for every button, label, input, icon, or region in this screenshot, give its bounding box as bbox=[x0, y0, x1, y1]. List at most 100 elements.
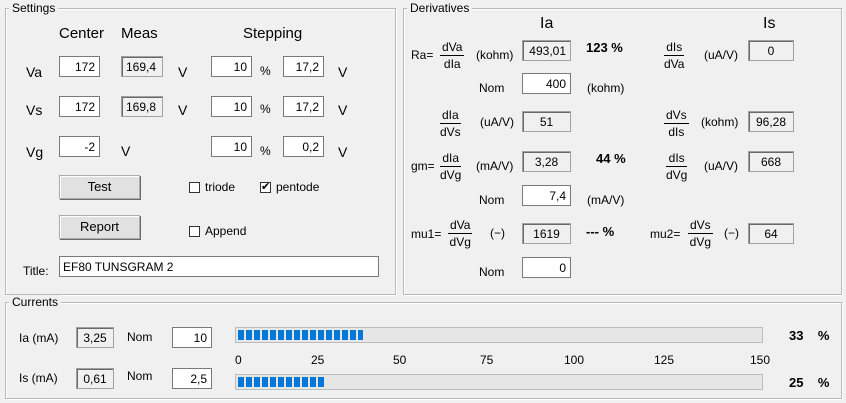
mu1-nom-label: Nom bbox=[479, 265, 505, 279]
derivatives-legend: Derivatives bbox=[407, 1, 473, 15]
col-is-header: Is bbox=[763, 15, 776, 32]
col-ia-header: Ia bbox=[540, 15, 554, 32]
dis-dva-fraction: dIs dVa bbox=[664, 40, 685, 71]
vg-step-volt-unit: V bbox=[338, 144, 348, 160]
triode-checkbox[interactable] bbox=[189, 182, 200, 193]
vg-step-percent-input[interactable]: 10 bbox=[211, 136, 252, 157]
gm-nom-label: Nom bbox=[479, 193, 505, 207]
ia-percent: 33 % bbox=[789, 328, 830, 343]
col-center-header: Center bbox=[59, 25, 105, 42]
ra-fraction-num: dVa bbox=[440, 40, 465, 56]
dis-dvg-fraction: dIs dVg bbox=[666, 151, 688, 182]
va-label: Va bbox=[26, 64, 43, 80]
mu1-value: 1619 bbox=[522, 223, 571, 244]
scale-tick-125: 125 bbox=[654, 353, 675, 367]
dis-dva-value: 0 bbox=[748, 40, 794, 61]
dia-dvs-fraction: dIa dVs bbox=[440, 108, 461, 139]
scale-tick-75: 75 bbox=[480, 353, 494, 367]
dvs-dis-unit: (kohm) bbox=[701, 115, 739, 129]
gm-nom-unit: (mA/V) bbox=[587, 193, 625, 207]
vs-step-percent-unit: % bbox=[260, 102, 271, 116]
dis-dvg-value: 668 bbox=[748, 151, 794, 172]
is-current-value: 0,61 bbox=[76, 368, 114, 389]
vs-step-volt-input[interactable]: 17,2 bbox=[283, 96, 324, 117]
mu1-nom-input[interactable]: 0 bbox=[522, 257, 571, 278]
vg-step-percent-unit: % bbox=[260, 144, 271, 158]
vg-step-volt-input[interactable]: 0,2 bbox=[283, 136, 324, 157]
is-nom-label: Nom bbox=[127, 369, 153, 383]
scale-tick-150: 150 bbox=[750, 353, 771, 367]
report-button[interactable]: Report bbox=[59, 215, 140, 239]
dvs-dis-fraction: dVs dIs bbox=[664, 108, 689, 139]
mu1-unit: (−) bbox=[490, 226, 505, 240]
mu1-fraction-num: dVa bbox=[448, 218, 473, 234]
dvs-dis-fraction-den: dIs bbox=[668, 125, 685, 139]
gm-value: 3,28 bbox=[522, 151, 571, 172]
ra-fraction-den: dIa bbox=[443, 57, 461, 71]
dia-dvs-unit: (uA/V) bbox=[480, 115, 515, 129]
scale-tick-100: 100 bbox=[564, 353, 585, 367]
ra-nom-unit: (kohm) bbox=[587, 81, 625, 95]
test-button[interactable]: Test bbox=[59, 175, 140, 199]
dia-dvs-value: 51 bbox=[522, 111, 571, 132]
gm-fraction-num: dIa bbox=[440, 151, 462, 167]
ia-progress-bar bbox=[235, 327, 763, 343]
append-checkbox[interactable] bbox=[189, 226, 200, 237]
settings-legend: Settings bbox=[9, 1, 59, 15]
pentode-checkbox[interactable]: ✔ bbox=[260, 182, 271, 193]
mu1-label: mu1= bbox=[411, 227, 442, 241]
gm-unit: (mA/V) bbox=[476, 159, 514, 173]
vs-step-percent-input[interactable]: 10 bbox=[211, 96, 252, 117]
ra-nom-label: Nom bbox=[479, 81, 505, 95]
gm-nom-input[interactable]: 7,4 bbox=[522, 185, 571, 206]
gm-percent: 44 % bbox=[596, 151, 626, 166]
gm-fraction: dIa dVg bbox=[440, 151, 462, 182]
va-step-percent-unit: % bbox=[260, 64, 271, 78]
ra-label: Ra= bbox=[411, 48, 434, 62]
vg-unit: V bbox=[121, 143, 131, 159]
va-step-percent-input[interactable]: 10 bbox=[211, 56, 252, 77]
vs-unit: V bbox=[178, 102, 188, 118]
ra-unit: (kohm) bbox=[476, 48, 514, 62]
scale-tick-50: 50 bbox=[393, 353, 407, 367]
dis-dva-unit: (uA/V) bbox=[704, 48, 739, 62]
ra-fraction: dVa dIa bbox=[440, 40, 465, 71]
mu2-fraction: dVs dVg bbox=[688, 218, 713, 249]
checkmark-icon: ✔ bbox=[261, 181, 271, 193]
mu2-value: 64 bbox=[748, 223, 794, 244]
mu2-unit: (−) bbox=[724, 226, 739, 240]
gm-fraction-den: dVg bbox=[440, 168, 462, 182]
currents-legend: Currents bbox=[9, 295, 62, 309]
mu1-fraction: dVa dVg bbox=[448, 218, 473, 249]
mu2-label: mu2= bbox=[650, 227, 681, 241]
mu2-fraction-num: dVs bbox=[688, 218, 713, 234]
scale-tick-0: 0 bbox=[235, 353, 242, 367]
ra-percent: 123 % bbox=[586, 40, 623, 55]
ia-current-value: 3,25 bbox=[76, 327, 114, 348]
dis-dvg-fraction-num: dIs bbox=[666, 151, 688, 167]
is-percent: 25 % bbox=[789, 375, 830, 390]
dia-dvs-fraction-num: dIa bbox=[440, 108, 461, 124]
ia-current-label: Ia (mA) bbox=[19, 331, 59, 345]
vg-center-input[interactable]: -2 bbox=[59, 136, 100, 157]
ra-value: 493,01 bbox=[522, 40, 571, 61]
dis-dva-fraction-num: dIs bbox=[664, 40, 685, 56]
scale-tick-25: 25 bbox=[311, 353, 325, 367]
va-center-input[interactable]: 172 bbox=[59, 56, 100, 77]
dis-dvg-fraction-den: dVg bbox=[666, 168, 688, 182]
va-step-volt-input[interactable]: 17,2 bbox=[283, 56, 324, 77]
mu2-fraction-den: dVg bbox=[689, 235, 712, 249]
vs-center-input[interactable]: 172 bbox=[59, 96, 100, 117]
mu1-fraction-den: dVg bbox=[449, 235, 471, 249]
ra-nom-input[interactable]: 400 bbox=[522, 73, 571, 94]
is-progress-fill bbox=[238, 377, 324, 387]
title-input[interactable]: EF80 TUNSGRAM 2 bbox=[59, 256, 379, 277]
is-current-label: Is (mA) bbox=[19, 371, 58, 385]
triode-label: triode bbox=[205, 180, 236, 194]
col-stepping-header: Stepping bbox=[243, 25, 303, 42]
pentode-label: pentode bbox=[276, 180, 320, 194]
ia-nom-input[interactable]: 10 bbox=[172, 327, 212, 348]
gm-label: gm= bbox=[411, 159, 435, 173]
is-nom-input[interactable]: 2,5 bbox=[172, 368, 212, 389]
is-progress-bar bbox=[235, 374, 763, 390]
